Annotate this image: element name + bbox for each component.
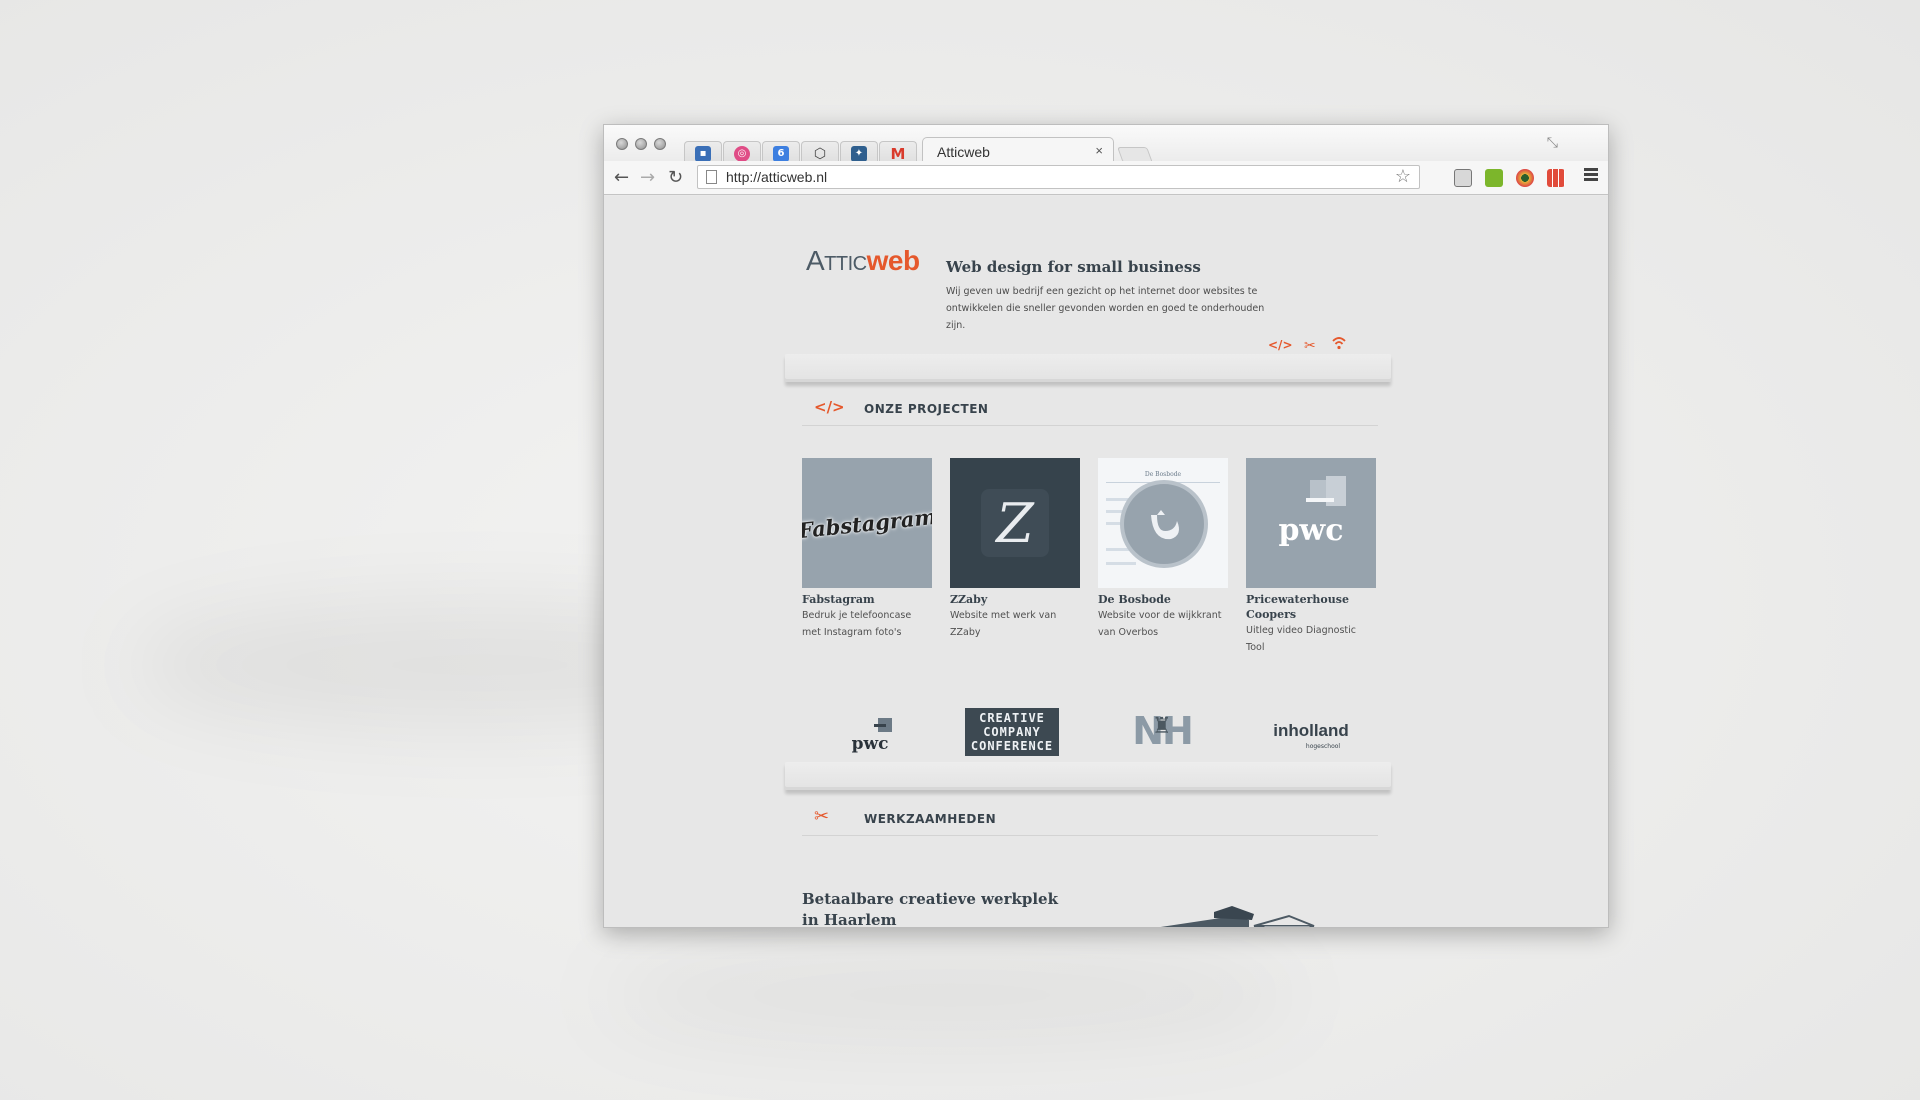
project-desc: Bedruk je telefooncase met Instagram fot… — [802, 610, 912, 638]
article-title[interactable]: Betaalbare creatieve werkplek in Haarlem — [802, 889, 1062, 927]
browser-toolbar: ← → ↻ http://atticweb.nl ☆ — [604, 161, 1608, 195]
ccc-line: COMPANY — [983, 725, 1041, 739]
minimize-window-button[interactable] — [635, 138, 647, 150]
client-logo-inholland[interactable]: inholland hogeschool — [1266, 722, 1356, 756]
zzaby-logo: Z — [996, 491, 1034, 555]
werk-section-header: ✂ WERKZAAMHEDEN — [802, 806, 1378, 836]
project-title[interactable]: Fabstagram — [802, 592, 932, 607]
zoom-window-button[interactable] — [654, 138, 666, 150]
bosbode-bird-icon — [1151, 510, 1179, 540]
bookmark-star-icon[interactable]: ☆ — [1395, 166, 1411, 187]
background-shadow — [600, 950, 1300, 1040]
gmail-icon: M — [890, 144, 906, 163]
logo-web: web — [866, 245, 920, 276]
project-card[interactable]: De Bosbode De Bosbode Website voor de wi… — [1098, 458, 1228, 641]
web-page: Atticweb Web design for small business W… — [604, 196, 1608, 927]
projects-section-header: </> ONZE PROJECTEN — [802, 396, 1378, 426]
menu-icon[interactable] — [1584, 168, 1598, 183]
project-desc: Uitleg video Diagnostic Tool — [1246, 625, 1356, 653]
calendar-icon: 6 — [773, 145, 789, 162]
scissors-icon: ✂ — [814, 806, 830, 827]
client-logo-nh[interactable]: NH ♜ — [1122, 706, 1202, 756]
client-logo-ccc[interactable]: CREATIVE COMPANY CONFERENCE — [965, 708, 1059, 756]
calendar-day: 6 — [777, 148, 785, 159]
fabstagram-logo: Fabstagram — [802, 503, 932, 543]
reload-icon[interactable]: ↻ — [668, 167, 683, 188]
project-title[interactable]: Pricewaterhouse Coopers — [1246, 592, 1376, 622]
ccc-line: CONFERENCE — [970, 739, 1054, 753]
project-title[interactable]: De Bosbode — [1098, 592, 1228, 607]
project-thumbnail-fabstagram[interactable]: Fabstagram — [802, 458, 932, 588]
window-controls — [616, 138, 666, 150]
project-desc: Website voor de wijkkrant van Overbos — [1098, 610, 1222, 638]
close-tab-icon[interactable]: × — [1095, 143, 1103, 158]
twitter-icon: ✦ — [851, 145, 867, 162]
back-icon[interactable]: ← — [614, 167, 629, 188]
pwc-logo-text: pwc — [851, 734, 889, 754]
speaker-icon[interactable] — [1485, 169, 1503, 187]
header-shelf — [785, 354, 1391, 382]
project-card[interactable]: pwc Pricewaterhouse Coopers Uitleg video… — [1246, 458, 1376, 656]
project-thumbnail-pwc[interactable]: pwc — [1246, 458, 1376, 588]
project-title[interactable]: ZZaby — [950, 592, 1080, 607]
project-thumbnail-bosbode[interactable]: De Bosbode — [1098, 458, 1228, 588]
forward-icon[interactable]: → — [640, 167, 655, 188]
grid-icon[interactable] — [1547, 169, 1565, 187]
ccc-line: CREATIVE — [979, 711, 1045, 725]
scissors-icon[interactable]: ✂ — [1304, 338, 1316, 354]
bosbode-masthead: De Bosbode — [1144, 471, 1182, 478]
tab-title: Atticweb — [937, 144, 990, 160]
client-logo-pwc[interactable]: pwc — [840, 716, 900, 756]
tagline: Web design for small business — [946, 258, 1201, 276]
page-icon — [706, 170, 717, 184]
address-bar[interactable]: http://atticweb.nl ☆ — [697, 165, 1420, 189]
evernote-icon[interactable] — [1454, 169, 1472, 187]
eye-icon[interactable] — [1516, 169, 1534, 187]
intro-text: Wij geven uw bedrijf een gezicht op het … — [946, 286, 1265, 331]
section-title: ONZE PROJECTEN — [864, 402, 989, 416]
url-text: http://atticweb.nl — [726, 169, 828, 185]
clients-shelf — [785, 762, 1391, 790]
project-desc: Website met werk van ZZaby — [950, 610, 1057, 638]
codepen-icon: ⬡ — [813, 145, 827, 162]
gmail-letter: M — [890, 144, 906, 163]
logo-attic: Attic — [806, 245, 867, 276]
inholland-logo-text: inholland — [1273, 721, 1349, 740]
project-card[interactable]: Fabstagram Fabstagram Bedruk je telefoon… — [802, 458, 932, 641]
pwc-logo: pwc — [1278, 512, 1344, 548]
code-icon: </> — [814, 398, 845, 416]
lion-crest-icon: ♜ — [1152, 714, 1172, 739]
inholland-sub-text: hogeschool — [1305, 743, 1341, 750]
project-card[interactable]: Z ZZaby Website met werk van ZZaby — [950, 458, 1080, 641]
feed-icon: ▪ — [695, 145, 711, 162]
browser-window: ▪ ◎ 6 ⬡ ✦ M Atticweb × ⤡ ← → ↻ http://at… — [603, 124, 1609, 928]
dribbble-icon: ◎ — [734, 145, 750, 162]
code-icon[interactable]: </> — [1268, 338, 1293, 352]
section-title: WERKZAAMHEDEN — [864, 812, 997, 826]
title-bar: ▪ ◎ 6 ⬡ ✦ M Atticweb × ⤡ — [604, 125, 1608, 165]
close-window-button[interactable] — [616, 138, 628, 150]
wifi-icon[interactable] — [1331, 335, 1347, 351]
fullscreen-icon[interactable]: ⤡ — [1547, 135, 1558, 151]
project-thumbnail-zzaby[interactable]: Z — [950, 458, 1080, 588]
atticweb-logo[interactable]: Atticweb — [806, 244, 920, 277]
building-illustration — [1160, 906, 1315, 927]
